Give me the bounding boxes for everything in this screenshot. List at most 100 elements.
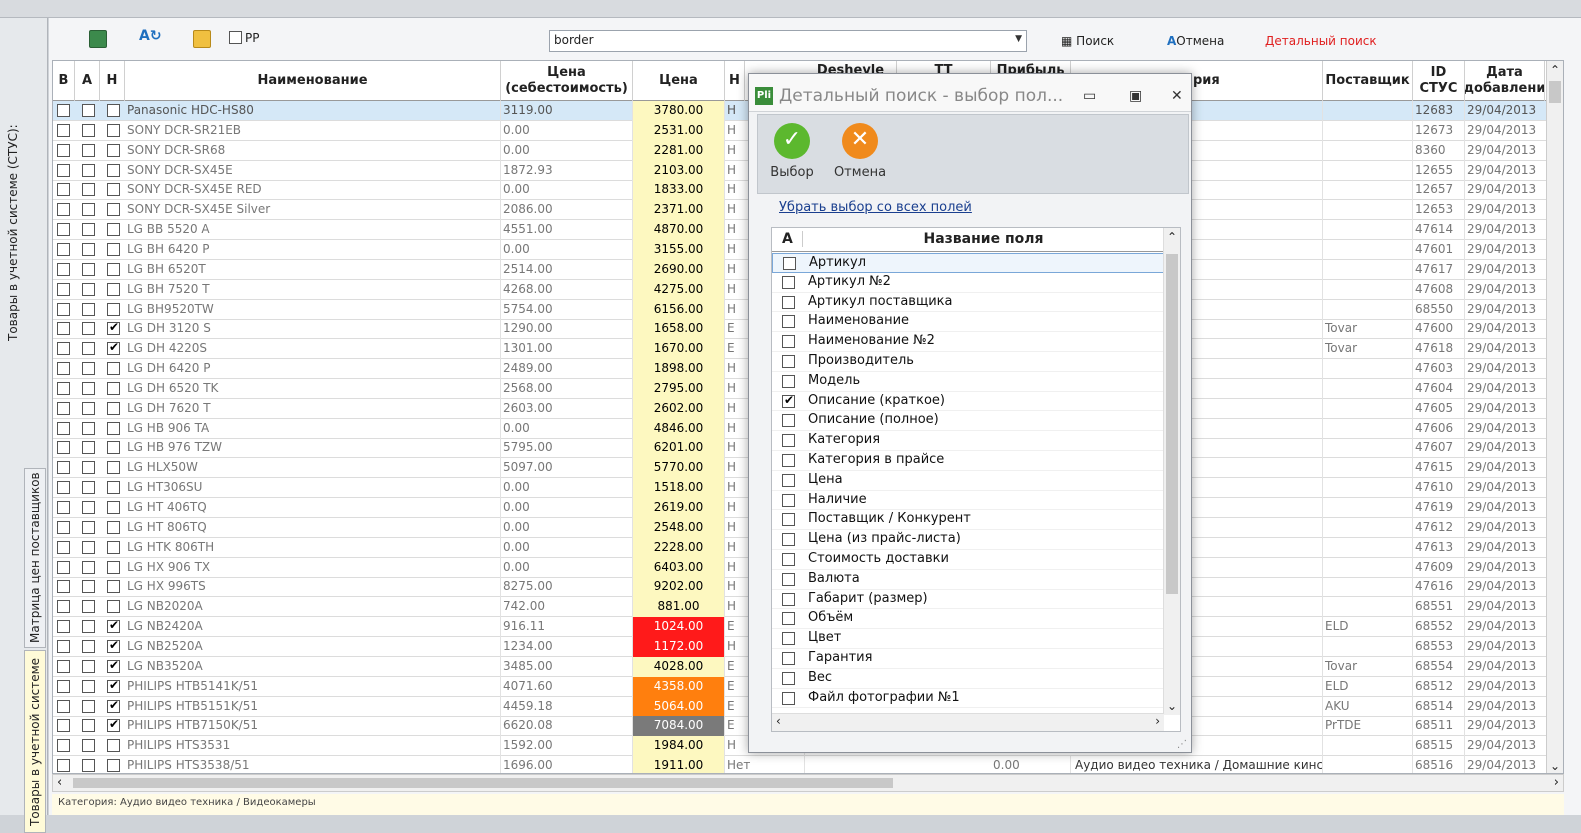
table-vscrollbar[interactable]: ⌃ ⌄: [1546, 61, 1563, 773]
checkbox-a[interactable]: [82, 540, 95, 554]
checkbox-b[interactable]: [57, 620, 70, 634]
field-row[interactable]: Гарантия: [772, 649, 1164, 669]
field-row[interactable]: Файл фотографии №1: [772, 689, 1164, 709]
checkbox-n[interactable]: [107, 739, 120, 753]
chevron-right-icon[interactable]: ›: [1155, 714, 1160, 728]
checkbox-b[interactable]: [57, 719, 70, 733]
field-row[interactable]: Поставщик / Конкурент: [772, 510, 1164, 531]
field-checkbox[interactable]: [782, 434, 795, 448]
checkbox-n[interactable]: [107, 282, 120, 296]
field-row[interactable]: Объём: [772, 609, 1164, 630]
checkbox-n[interactable]: [107, 143, 120, 157]
col-h[interactable]: Н: [725, 61, 745, 101]
checkbox-b[interactable]: [57, 759, 70, 773]
field-row[interactable]: Категория в прайсе: [772, 451, 1164, 471]
checkbox-n[interactable]: [107, 481, 120, 495]
checkbox-a[interactable]: [82, 639, 95, 653]
checkbox-b[interactable]: [57, 461, 70, 475]
checkbox-a[interactable]: [82, 362, 95, 376]
checkbox-a[interactable]: [82, 203, 95, 217]
checkbox-b[interactable]: [57, 421, 70, 435]
checkbox-b[interactable]: [57, 401, 70, 415]
field-row[interactable]: Вес: [772, 669, 1164, 689]
field-row[interactable]: Описание (полное): [772, 411, 1164, 432]
dialog-cancel-button[interactable]: ✕ Отмена: [830, 119, 890, 189]
field-checkbox[interactable]: [782, 335, 795, 349]
field-checkbox[interactable]: [782, 553, 795, 566]
close-icon[interactable]: ✕: [1171, 88, 1183, 104]
checkbox-a[interactable]: [82, 659, 95, 673]
field-checkbox[interactable]: [782, 454, 795, 467]
checkbox-b[interactable]: [57, 362, 70, 376]
search-button[interactable]: ▦ Поиск: [1061, 34, 1114, 48]
tab-supplier-matrix[interactable]: Матрица цен поставщиков: [24, 468, 46, 648]
checkbox-a[interactable]: [82, 441, 95, 455]
checkbox-a[interactable]: [82, 759, 95, 773]
checkbox-b[interactable]: [57, 262, 70, 276]
field-checkbox[interactable]: [782, 473, 795, 487]
checkbox-a[interactable]: [82, 123, 95, 137]
col-b[interactable]: В: [53, 61, 75, 101]
field-row[interactable]: Цена: [772, 471, 1164, 491]
checkbox-b[interactable]: [57, 501, 70, 514]
checkbox-n[interactable]: [107, 759, 120, 773]
chevron-left-icon[interactable]: ‹: [776, 714, 781, 728]
hscroll-thumb[interactable]: [73, 778, 893, 788]
checkbox-a[interactable]: [82, 501, 95, 514]
chevron-down-icon[interactable]: ⌄: [1167, 699, 1177, 713]
field-checkbox[interactable]: [782, 493, 795, 507]
checkbox-b[interactable]: [57, 580, 70, 594]
col-n[interactable]: Н: [100, 61, 125, 101]
checkbox-b[interactable]: [57, 203, 70, 217]
checkbox-n[interactable]: [107, 320, 120, 336]
col-price[interactable]: Цена: [633, 61, 725, 101]
checkbox-n[interactable]: [107, 698, 120, 713]
field-checkbox[interactable]: [782, 355, 795, 368]
checkbox-a[interactable]: [82, 163, 95, 177]
checkbox-n[interactable]: [107, 717, 120, 733]
field-row[interactable]: Производитель: [772, 352, 1164, 372]
field-checkbox[interactable]: [782, 592, 795, 606]
checkbox-b[interactable]: [57, 322, 70, 336]
fields-vscrollbar[interactable]: ⌃ ⌄: [1163, 228, 1180, 715]
folder-icon[interactable]: [193, 30, 211, 48]
checkbox-a[interactable]: [82, 183, 95, 197]
field-checkbox[interactable]: [782, 652, 795, 665]
field-checkbox[interactable]: [782, 393, 795, 408]
checkbox-a[interactable]: [82, 223, 95, 237]
checkbox-n[interactable]: [107, 203, 120, 217]
maximize-icon[interactable]: ▣: [1129, 88, 1142, 104]
checkbox-b[interactable]: [57, 123, 70, 137]
field-row[interactable]: Категория: [772, 431, 1164, 451]
field-row[interactable]: Наименование №2: [772, 332, 1164, 352]
checkbox-b[interactable]: [57, 481, 70, 495]
checkbox-b[interactable]: [57, 739, 70, 753]
checkbox-n[interactable]: [107, 183, 120, 197]
field-row[interactable]: Цвет: [772, 629, 1164, 649]
export-icon[interactable]: [89, 30, 107, 48]
checkbox-a[interactable]: [82, 600, 95, 614]
checkbox-a[interactable]: [82, 401, 95, 415]
col-date[interactable]: Дата добавлени: [1465, 61, 1545, 101]
checkbox-b[interactable]: [57, 223, 70, 237]
checkbox-n[interactable]: [107, 401, 120, 415]
field-checkbox[interactable]: [782, 533, 795, 547]
checkbox-b[interactable]: [57, 104, 70, 117]
checkbox-b[interactable]: [57, 381, 70, 395]
checkbox-a[interactable]: [82, 143, 95, 157]
checkbox-n[interactable]: [107, 262, 120, 276]
checkbox-n[interactable]: [107, 223, 120, 237]
checkbox-a[interactable]: [82, 461, 95, 475]
checkbox-n[interactable]: [107, 421, 120, 435]
table-row[interactable]: PHILIPS HTS3538/51 1696.00 1911.00 Нет 0.00 А…: [53, 756, 1563, 773]
field-row[interactable]: Стоимость доставки: [772, 550, 1164, 570]
checkbox-n[interactable]: [107, 658, 120, 673]
checkbox-n[interactable]: [107, 302, 120, 316]
checkbox-b[interactable]: [57, 163, 70, 177]
field-row[interactable]: Модель: [772, 372, 1164, 392]
checkbox-a[interactable]: [82, 381, 95, 395]
field-checkbox[interactable]: [782, 315, 795, 329]
field-checkbox[interactable]: [782, 671, 795, 685]
field-row[interactable]: Наименование: [772, 312, 1164, 333]
checkbox-a[interactable]: [82, 322, 95, 336]
